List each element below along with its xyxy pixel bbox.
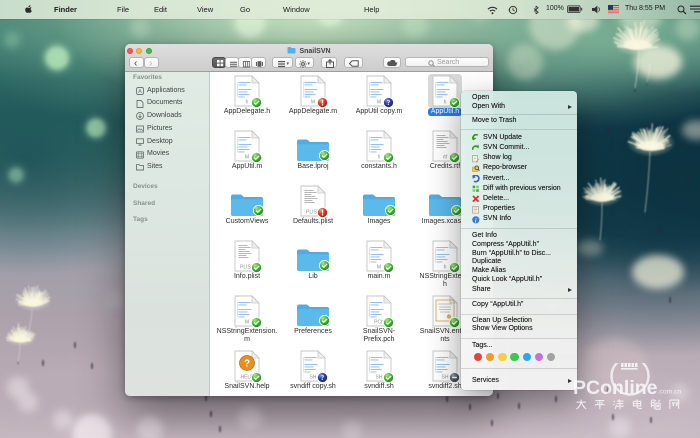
svg-text:M: M <box>377 265 381 271</box>
svg-text:.com.cn: .com.cn <box>658 389 682 396</box>
svg-text:A: A <box>138 89 142 95</box>
svg-text:M: M <box>245 320 249 326</box>
svg-text:?: ? <box>386 99 390 107</box>
svg-text:PConline: PConline <box>574 377 658 399</box>
svg-text:h: h <box>378 155 381 161</box>
svg-text:M: M <box>245 155 249 161</box>
svg-text:?: ? <box>320 374 324 382</box>
svg-text:h: h <box>246 100 249 106</box>
svg-text:i: i <box>475 217 477 224</box>
svg-text:h: h <box>444 265 447 271</box>
svg-text:M: M <box>377 100 381 106</box>
svg-text:rtf: rtf <box>443 155 448 161</box>
svg-text:?: ? <box>244 359 250 370</box>
svg-text:M: M <box>311 100 315 106</box>
svg-text:h: h <box>444 100 447 106</box>
